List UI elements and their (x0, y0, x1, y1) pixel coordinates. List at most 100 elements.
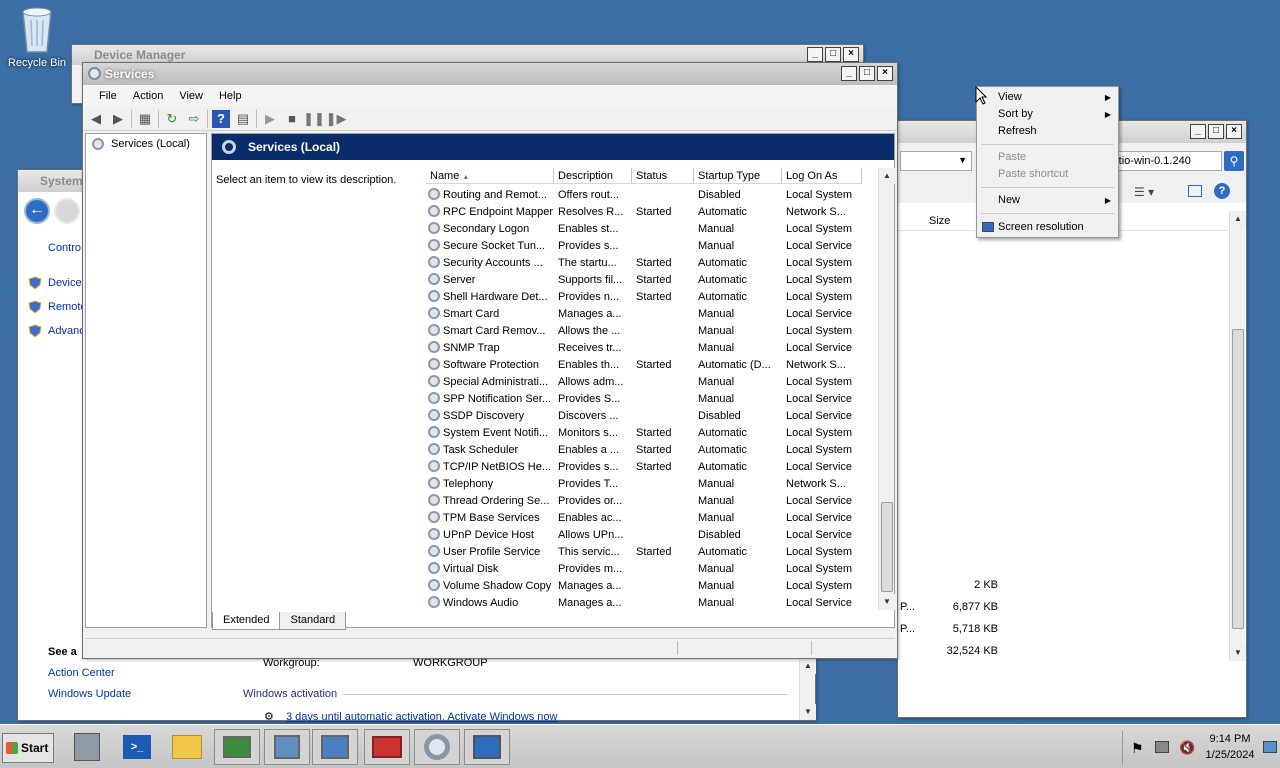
service-row[interactable]: Security Accounts ... The startu... Starte… (426, 254, 862, 271)
scroll-up-icon[interactable]: ▲ (800, 658, 816, 674)
forward-arrow-icon[interactable]: ▶ (109, 110, 127, 128)
tab-extended[interactable]: Extended (212, 612, 281, 630)
menu-view[interactable]: View (171, 90, 211, 102)
maximize-button[interactable]: □ (1208, 124, 1224, 139)
preview-pane-icon[interactable] (1188, 185, 1202, 197)
tab-standard[interactable]: Standard (279, 612, 347, 630)
service-row[interactable]: TCP/IP NetBIOS He... Provides s... Started… (426, 458, 862, 475)
close-button[interactable]: × (843, 47, 859, 62)
menu-help[interactable]: Help (211, 90, 250, 102)
recycle-bin-desktop-icon[interactable]: Recycle Bin (2, 6, 72, 69)
maximize-button[interactable]: □ (859, 66, 875, 81)
system-taskbar-button[interactable] (214, 729, 260, 765)
activation-link[interactable]: 3 days until automatic activation. Activ… (286, 711, 557, 723)
service-row[interactable]: SSDP Discovery Discovers ... Disabled Local… (426, 407, 862, 424)
help-icon[interactable]: ? (1214, 183, 1230, 199)
search-input[interactable]: rtio-win-0.1.240 (1110, 151, 1222, 171)
refresh-icon[interactable]: ↻ (163, 110, 181, 128)
help-icon[interactable]: ? (212, 109, 230, 128)
service-row[interactable]: SNMP Trap Receives tr... Manual Local Servi… (426, 339, 862, 356)
close-button[interactable]: × (1226, 124, 1242, 139)
volume-muted-icon[interactable]: 🔇 (1179, 740, 1195, 756)
column-header-status[interactable]: Status (632, 168, 694, 183)
scroll-down-icon[interactable]: ▼ (879, 594, 895, 610)
service-row[interactable]: Virtual Disk Provides m... Manual Local Sys… (426, 560, 862, 577)
flag-icon[interactable]: ⚑ (1131, 740, 1144, 757)
scroll-down-icon[interactable]: ▼ (1230, 645, 1246, 661)
show-desktop-icon[interactable] (1263, 741, 1277, 753)
context-menu-screen-resolution[interactable]: Screen resolution (978, 219, 1117, 236)
menu-file[interactable]: File (91, 90, 125, 102)
service-row[interactable]: Secondary Logon Enables st... Manual Local … (426, 220, 862, 237)
start-button[interactable]: Start (2, 733, 54, 763)
network-icon[interactable] (1155, 741, 1169, 753)
service-row[interactable]: UPnP Device Host Allows UPn... Disabled Loc… (426, 526, 862, 543)
context-menu-new[interactable]: New ▶ (978, 192, 1117, 209)
maximize-button[interactable]: □ (825, 47, 841, 62)
tree-item-services-local[interactable]: Services (Local) (92, 138, 190, 150)
clock-date[interactable]: 1/25/2024 (1203, 749, 1257, 761)
service-row[interactable]: Thread Ordering Se... Provides or... Manua… (426, 492, 862, 509)
service-row[interactable]: Special Administrati... Allows adm... Manu… (426, 373, 862, 390)
pause-service-icon[interactable]: ❚❚ (303, 110, 325, 128)
properties-icon[interactable]: ▤ (234, 110, 252, 128)
service-row[interactable]: Routing and Remot... Offers rout... Disabl… (426, 186, 862, 203)
service-row[interactable]: Server Supports fil... Started Automatic Loc… (426, 271, 862, 288)
context-menu-paste[interactable]: Paste (978, 149, 1117, 166)
advanced-settings-link[interactable]: Advanc (48, 325, 85, 337)
scroll-up-icon[interactable]: ▲ (879, 168, 895, 184)
powershell-taskbar-button[interactable]: >_ (114, 729, 160, 765)
column-header-name[interactable]: Name ▲ (426, 168, 554, 183)
minimize-button[interactable]: _ (1190, 124, 1206, 139)
clock-time[interactable]: 9:14 PM (1203, 733, 1257, 745)
start-service-icon[interactable]: ▶ (261, 110, 279, 128)
stop-service-icon[interactable]: ■ (283, 110, 301, 128)
service-row[interactable]: SPP Notification Ser... Provides S... Manu… (426, 390, 862, 407)
service-row[interactable]: User Profile Service This servic... Starte… (426, 543, 862, 560)
control-panel-taskbar-button[interactable] (312, 729, 358, 765)
services-taskbar-button[interactable] (414, 729, 460, 765)
menu-action[interactable]: Action (125, 90, 172, 102)
control-panel-link[interactable]: Contro (48, 242, 81, 254)
back-button[interactable]: ← (24, 198, 50, 224)
explorer-taskbar-button[interactable] (164, 729, 210, 765)
context-menu-sort-by[interactable]: Sort by ▶ (978, 106, 1117, 123)
close-button[interactable]: × (877, 66, 893, 81)
back-arrow-icon[interactable]: ◀ (87, 110, 105, 128)
service-row[interactable]: System Event Notifi... Monitors s... Start… (426, 424, 862, 441)
export-list-icon[interactable]: ⇨ (185, 110, 203, 128)
restart-service-icon[interactable]: ❚▶ (326, 110, 347, 128)
column-header-log-on-as[interactable]: Log On As (782, 168, 862, 183)
column-header-startup-type[interactable]: Startup Type (694, 168, 782, 183)
action-center-link[interactable]: Action Center (48, 667, 115, 679)
services-titlebar[interactable]: Services (83, 63, 897, 85)
service-row[interactable]: Volume Shadow Copy Manages a... Manual Loca… (426, 577, 862, 594)
context-menu-paste-shortcut[interactable]: Paste shortcut (978, 166, 1117, 183)
explorer-scrollbar[interactable]: ▲ ▼ (1229, 211, 1246, 661)
toolbox-taskbar-button[interactable] (364, 729, 410, 765)
service-row[interactable]: RPC Endpoint Mapper Resolves R... Started A… (426, 203, 862, 220)
windows-update-link[interactable]: Windows Update (48, 688, 131, 700)
minimize-button[interactable]: _ (807, 47, 823, 62)
scroll-down-icon[interactable]: ▼ (800, 704, 816, 720)
minimize-button[interactable]: _ (841, 66, 857, 81)
size-column-header[interactable]: Size (929, 215, 950, 227)
service-row[interactable]: Windows Audio Manages a... Manual Local Ser… (426, 594, 862, 610)
system-scrollbar[interactable]: ▲ ▼ (799, 658, 816, 720)
column-header-description[interactable]: Description (554, 168, 632, 183)
address-dropdown[interactable]: ▼ (900, 151, 972, 171)
search-icon[interactable]: ⚲ (1224, 151, 1244, 171)
view-options-icon[interactable]: ☰ ▾ (1134, 185, 1154, 199)
service-row[interactable]: Smart Card Remov... Allows the ... Manual L… (426, 322, 862, 339)
scroll-up-icon[interactable]: ▲ (1230, 211, 1246, 227)
context-menu-refresh[interactable]: Refresh (978, 123, 1117, 140)
scroll-thumb[interactable] (1232, 329, 1244, 629)
server-manager-taskbar-button[interactable] (64, 729, 110, 765)
forward-button[interactable] (54, 198, 80, 224)
service-row[interactable]: Telephony Provides T... Manual Network S... (426, 475, 862, 492)
service-row[interactable]: Secure Socket Tun... Provides s... Manual L… (426, 237, 862, 254)
service-row[interactable]: Task Scheduler Enables a ... Started Automa… (426, 441, 862, 458)
service-row[interactable]: TPM Base Services Enables ac... Manual Loca… (426, 509, 862, 526)
remote-desktop-taskbar-button[interactable] (464, 729, 510, 765)
context-menu-view[interactable]: View ▶ (978, 89, 1117, 106)
